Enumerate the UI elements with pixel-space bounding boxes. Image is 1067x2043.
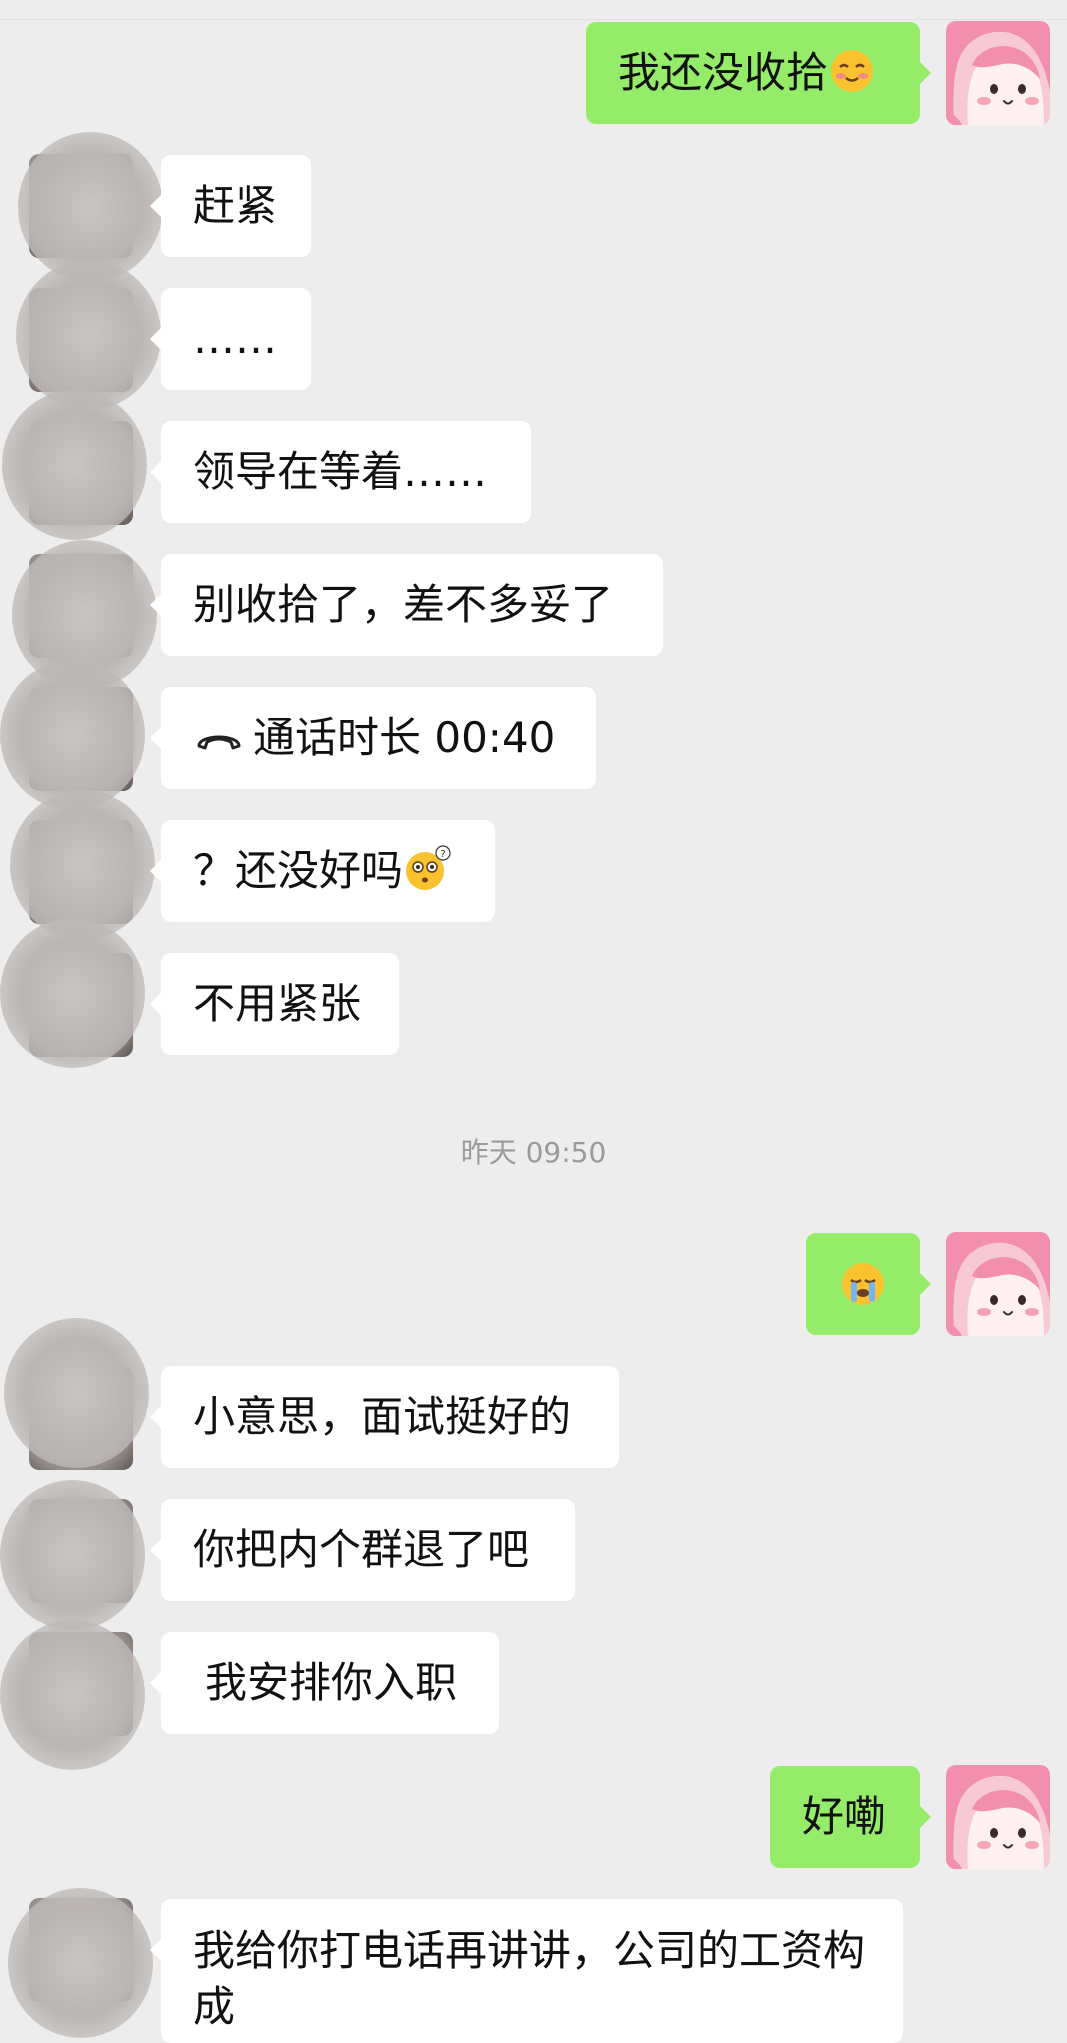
received-message-bubble[interactable]: 别收拾了，差不多妥了 [150,554,663,656]
phone-hangup-icon [193,689,245,750]
sent-message-bubble[interactable]: 我还没收拾 [586,22,931,124]
received-message-bubble[interactable]: 小意思，面试挺好的 [150,1366,619,1468]
sent-emoji-bubble[interactable] [806,1233,931,1335]
received-message-bubble[interactable]: ？还没好吗 ? [150,820,495,922]
received-message-bubble[interactable]: 不用紧张 [150,953,399,1055]
message-text: 我还没收拾 [618,48,829,97]
received-message-bubble[interactable]: 赶紧 [150,155,311,257]
received-message-bubble[interactable]: 你把内个群退了吧 [150,1499,575,1601]
self-avatar[interactable] [946,21,1050,125]
received-message-bubble[interactable]: …… [150,288,311,390]
received-message-bubble[interactable]: 我安排你入职 [150,1632,499,1734]
top-divider [0,19,1067,20]
self-avatar[interactable] [946,1765,1050,1869]
confused-face-emoji-icon: ? [403,828,451,890]
avatar-blur-mask [2,390,147,540]
message-text: 我给你打电话再讲讲，公司的工资构成 [193,1926,866,2031]
message-text: 我安排你入职 [205,1658,458,1707]
time-divider: 昨天 09:50 [460,1136,607,1169]
crying-face-emoji-icon [839,1243,887,1305]
svg-text:?: ? [440,849,445,860]
call-record-bubble[interactable]: 通话时长 00:40 [150,687,596,789]
avatar-blur-mask [10,790,155,940]
avatar-blur-mask [8,1888,153,2038]
avatar-blur-mask [0,1620,145,1770]
avatar-blur-mask [0,660,145,810]
smiling-blush-emoji-icon [828,30,876,92]
message-text: 别收拾了，差不多妥了 [193,580,614,629]
self-avatar[interactable] [946,1232,1050,1336]
message-text: 领导在等着…… [193,447,488,496]
received-message-bubble[interactable]: 领导在等着…… [150,421,531,523]
message-text: 小意思，面试挺好的 [193,1392,572,1441]
message-text: 赶紧 [193,181,278,230]
received-message-bubble[interactable]: 我给你打电话再讲讲，公司的工资构成 [150,1899,903,2043]
message-text: 不用紧张 [193,979,362,1028]
avatar-blur-mask [16,260,161,410]
avatar-blur-mask [0,1480,145,1630]
message-text: …… [193,314,277,363]
avatar-blur-mask [4,1318,149,1468]
sent-message-bubble[interactable]: 好嘞 [770,1766,931,1868]
message-text: 好嘞 [802,1792,887,1841]
message-text: ？还没好吗 [193,846,404,895]
call-duration-text: 通话时长 00:40 [253,713,556,762]
message-text: 你把内个群退了吧 [193,1525,530,1574]
avatar-blur-mask [0,918,145,1068]
